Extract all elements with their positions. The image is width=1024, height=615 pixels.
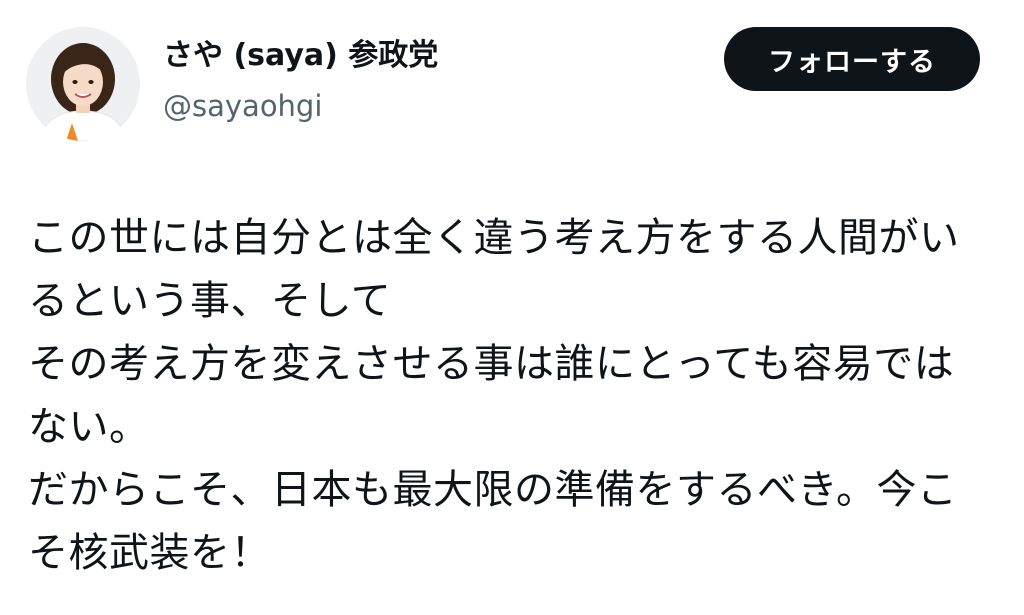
author-handle[interactable]: @sayaohgi	[163, 88, 703, 124]
post-text-line: この世には自分とは全く違う考え方をする人間がい	[28, 215, 960, 261]
author-info: さや (saya) 参政党 @sayaohgi	[163, 36, 703, 124]
post-text-line: ない。	[28, 404, 150, 450]
follow-button[interactable]: フォローする	[724, 27, 980, 91]
post-card: さや (saya) 参政党 @sayaohgi フォローする この世には自分とは…	[0, 0, 1024, 615]
post-text: この世には自分とは全く違う考え方をする人間がい るという事、そして その考え方を…	[28, 207, 1000, 585]
avatar[interactable]	[26, 27, 140, 141]
post-text-line: だからこそ、日本も最大限の準備をするべき。今こ	[28, 467, 958, 513]
post-text-line: そ核武装を！	[28, 530, 271, 576]
post-text-line: るという事、そして	[28, 278, 392, 324]
author-display-name[interactable]: さや (saya) 参政党	[163, 36, 703, 76]
profile-photo-icon	[26, 27, 140, 141]
post-text-line: その考え方を変えさせる事は誰にとっても容易では	[28, 341, 955, 387]
